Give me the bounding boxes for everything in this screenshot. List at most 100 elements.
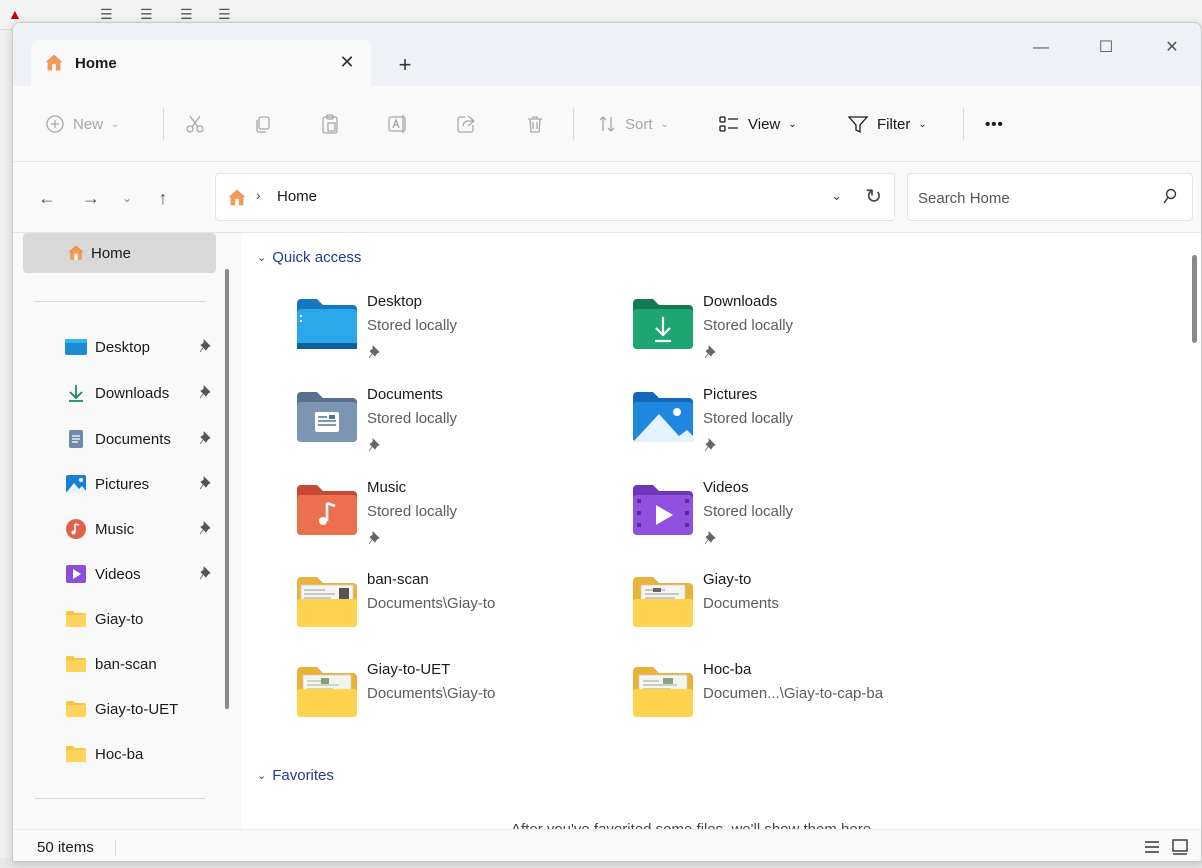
sort-label: Sort <box>625 115 653 133</box>
pin-icon[interactable] <box>199 476 212 494</box>
back-arrow-icon[interactable]: ← <box>35 186 59 210</box>
folder-icon <box>65 699 87 719</box>
quick-access-item-desktop[interactable]: Desktop Stored locally <box>295 293 615 373</box>
align-center-icon: ☰ <box>140 6 153 22</box>
item-location: Stored locally <box>703 317 794 334</box>
search-icon[interactable] <box>1162 188 1178 206</box>
new-label: New <box>73 115 104 133</box>
item-location: Documen...\Giay-to-cap-ba <box>703 685 884 702</box>
quick-access-item-downloads[interactable]: Downloads Stored locally <box>631 293 951 373</box>
quick-access-item-giay-to[interactable]: Giay-to Documents <box>631 571 951 651</box>
navigation-pane: Home Desktop Downloads Documents Picture… <box>13 233 241 829</box>
large-icons-view-icon[interactable] <box>1171 838 1189 856</box>
divider <box>963 108 964 140</box>
pin-icon[interactable] <box>199 521 212 539</box>
content-scrollbar[interactable] <box>1192 255 1197 343</box>
chevron-down-icon: ⌄ <box>918 118 927 130</box>
download-icon <box>65 383 87 403</box>
item-name: Downloads <box>703 293 778 310</box>
item-count: 50 items <box>37 839 94 856</box>
sidebar-item-label: Giay-to <box>95 610 144 628</box>
sidebar-item-giay-to[interactable]: Giay-to <box>23 599 216 639</box>
address-dropdown-icon[interactable]: ⌄ <box>831 188 842 204</box>
music-icon <box>65 519 87 539</box>
sort-button[interactable]: Sort ⌄ <box>597 111 669 137</box>
details-view-icon[interactable] <box>1143 838 1161 856</box>
delete-button[interactable] <box>525 111 545 137</box>
share-button[interactable] <box>456 111 476 137</box>
quick-access-item-music[interactable]: Music Stored locally <box>295 479 615 559</box>
file-explorer-window: Home ✕ + — ☐ ✕ New ⌄ Sort ⌄ View ⌄ Filte… <box>12 22 1202 862</box>
quick-access-header[interactable]: ⌄ Quick access <box>257 249 361 266</box>
cut-button[interactable] <box>185 111 205 137</box>
sidebar-item-pictures[interactable]: Pictures <box>23 464 216 504</box>
close-button[interactable]: ✕ <box>1157 37 1187 59</box>
sidebar-item-documents[interactable]: Documents <box>23 419 216 459</box>
new-button[interactable]: New ⌄ <box>45 111 119 137</box>
more-options-button[interactable]: ••• <box>985 111 1004 137</box>
quick-access-item-ban-scan[interactable]: ban-scan Documents\Giay-to <box>295 571 615 651</box>
refresh-icon[interactable]: ↻ <box>865 184 882 209</box>
divider <box>163 108 164 140</box>
forward-arrow-icon[interactable]: → <box>79 186 103 210</box>
filter-button[interactable]: Filter ⌄ <box>847 111 927 137</box>
quick-access-item-videos[interactable]: Videos Stored locally <box>631 479 951 559</box>
sidebar-item-music[interactable]: Music <box>23 509 216 549</box>
address-bar[interactable]: › Home ⌄ ↻ <box>215 173 895 221</box>
sidebar-item-giay-to-uet[interactable]: Giay-to-UET <box>23 689 216 729</box>
pin-icon <box>368 345 381 363</box>
pin-icon[interactable] <box>199 385 212 403</box>
pin-icon[interactable] <box>199 566 212 584</box>
rename-button[interactable] <box>387 111 409 137</box>
item-location: Stored locally <box>703 503 794 520</box>
quick-access-item-documents[interactable]: Documents Stored locally <box>295 386 615 466</box>
search-box[interactable] <box>907 173 1193 221</box>
quick-access-item-hoc-ba[interactable]: Hoc-ba Documen...\Giay-to-cap-ba <box>631 661 951 741</box>
item-name: Pictures <box>703 386 758 403</box>
item-name: Music <box>367 479 407 496</box>
command-bar: New ⌄ Sort ⌄ View ⌄ Filter ⌄ ••• <box>13 86 1201 162</box>
sidebar-item-home[interactable]: Home <box>23 233 216 273</box>
search-input[interactable] <box>918 186 1148 210</box>
rename-icon <box>388 115 406 133</box>
view-button[interactable]: View ⌄ <box>718 111 797 137</box>
new-tab-button[interactable]: + <box>393 53 417 77</box>
item-location: Documents <box>703 595 779 612</box>
item-location: Stored locally <box>367 410 458 427</box>
sidebar-item-downloads[interactable]: Downloads <box>23 373 216 413</box>
home-icon <box>228 189 246 206</box>
copy-button[interactable] <box>253 111 273 137</box>
item-location: Stored locally <box>367 503 458 520</box>
quick-access-item-giay-to-uet[interactable]: Giay-to-UET Documents\Giay-to <box>295 661 615 741</box>
up-arrow-icon[interactable]: ↑ <box>151 186 175 210</box>
item-location: Documents\Giay-to <box>367 685 496 702</box>
pin-icon[interactable] <box>199 339 212 357</box>
sidebar-item-videos[interactable]: Videos <box>23 554 216 594</box>
folder-thumb-icon <box>297 577 357 627</box>
recent-locations-chevron-icon[interactable]: ⌄ <box>115 186 139 210</box>
trash-icon <box>528 116 542 133</box>
breadcrumb-home[interactable]: Home <box>277 188 317 205</box>
divider <box>35 301 205 302</box>
maximize-button[interactable]: ☐ <box>1091 37 1121 59</box>
tab-home[interactable]: Home ✕ <box>31 40 371 86</box>
home-icon <box>45 54 63 71</box>
favorites-header[interactable]: ⌄ Favorites <box>257 767 334 784</box>
folder-icon <box>65 654 87 674</box>
view-label: View <box>748 115 781 133</box>
filter-label: Filter <box>877 115 911 133</box>
sidebar-scrollbar[interactable] <box>225 269 229 709</box>
sidebar-item-label: Videos <box>95 565 141 583</box>
sidebar-item-desktop[interactable]: Desktop <box>23 327 216 367</box>
tab-close-button[interactable]: ✕ <box>337 52 357 72</box>
pin-icon <box>704 531 717 549</box>
minimize-button[interactable]: — <box>1026 37 1056 59</box>
quick-access-item-pictures[interactable]: Pictures Stored locally <box>631 386 951 466</box>
font-color-icon: ▲ <box>8 6 22 22</box>
sidebar-item-ban-scan[interactable]: ban-scan <box>23 644 216 684</box>
tab-title: Home <box>75 54 117 72</box>
sidebar-item-hoc-ba[interactable]: Hoc-ba <box>23 734 216 774</box>
divider <box>115 840 116 856</box>
paste-button[interactable] <box>320 111 340 137</box>
pin-icon[interactable] <box>199 431 212 449</box>
